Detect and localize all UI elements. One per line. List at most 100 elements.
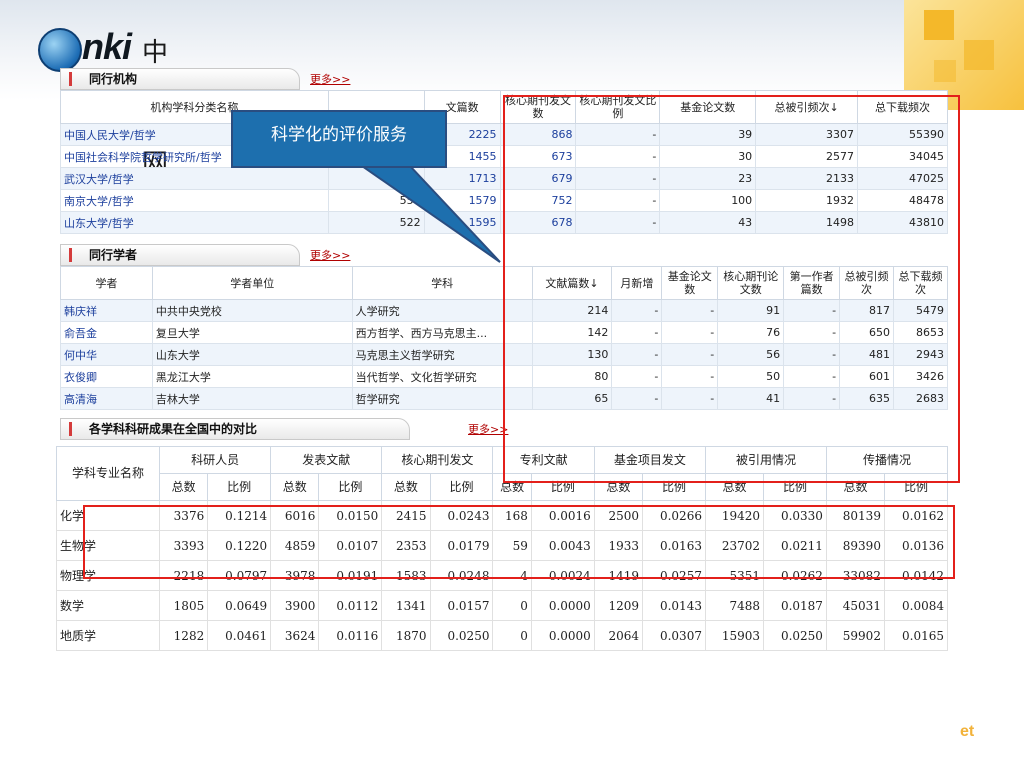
table-cell: 76 xyxy=(717,321,785,344)
table-cell: 3900 xyxy=(270,590,320,621)
column-header: 总下载频次 xyxy=(893,266,948,300)
table-cell: 43810 xyxy=(857,211,948,234)
table-cell[interactable]: 752 xyxy=(499,189,577,212)
table-cell: 1498 xyxy=(755,211,859,234)
table-row: 何中华 山东大学 马克思主义哲学研究 130- -56-481 2943 xyxy=(60,343,948,366)
discipline-compare-wrapper: 学科专业名称 科研人员 发表文献 核心期刊发文 专利文献 基金项目发文 被引用情况 传播情况总… xyxy=(56,446,949,651)
table-row: 化学 3376 0.1214 6016 0.0150 2415 0.0243 168 0.001… xyxy=(56,500,949,531)
table-cell: 33082 xyxy=(825,560,885,591)
table-row: 俞吾金 复旦大学 西方哲学、西方马克思主... 142- -76-650 8653 xyxy=(60,321,948,344)
discipline-name: 地质学 xyxy=(56,620,160,651)
column-group-header: 科研人员 xyxy=(158,446,272,474)
table-cell xyxy=(327,167,425,190)
institution-link[interactable]: 山东大学/哲学 xyxy=(60,211,329,234)
scholar-link[interactable]: 韩庆祥 xyxy=(60,299,153,322)
table-cell: 0.0143 xyxy=(642,590,706,621)
table-cell: 2500 xyxy=(593,500,644,531)
more-link[interactable]: 更多>> xyxy=(468,421,508,437)
more-link[interactable]: 更多>> xyxy=(310,71,350,87)
table-row: 中国人民大学/哲学 2225 868-39 3307 55390 xyxy=(60,123,948,146)
table-cell: 522 xyxy=(327,211,425,234)
sub-header: 总数 xyxy=(492,473,532,501)
scholar-link[interactable]: 衣俊卿 xyxy=(60,365,153,388)
table-cell[interactable]: 1595 xyxy=(423,211,501,234)
table-cell: 817 xyxy=(839,299,894,322)
table-cell: 0.0330 xyxy=(763,500,827,531)
table-cell: 23702 xyxy=(704,530,765,561)
table-cell: 0.0157 xyxy=(429,590,494,621)
table-cell[interactable]: 673 xyxy=(499,145,577,168)
table-row: 数学 1805 0.0649 3900 0.0112 1341 0.0157 0 0.0000 1… xyxy=(56,590,949,621)
discipline-name: 物理学 xyxy=(56,560,160,591)
table-cell: 哲学研究 xyxy=(351,387,533,410)
column-header: 总被引频次 xyxy=(839,266,894,300)
table-cell[interactable]: 678 xyxy=(499,211,577,234)
institution-link[interactable]: 武汉大学/哲学 xyxy=(60,167,329,190)
scholar-link[interactable]: 高清海 xyxy=(60,387,153,410)
report-content: 同行机构 更多>> 机构学科分类名称 文篇数 核心期刊发文数 核心期刊发文比例 基金论文… xyxy=(56,68,950,651)
institution-link[interactable]: 南京大学/哲学 xyxy=(60,189,329,212)
column-header: 核心期刊论文数 xyxy=(717,266,785,300)
table-cell[interactable]: 679 xyxy=(499,167,577,190)
table-cell: 142 xyxy=(531,321,613,344)
table-cell[interactable]: 868 xyxy=(499,123,577,146)
table-cell: 0.0179 xyxy=(429,530,494,561)
table-cell[interactable]: 1579 xyxy=(423,189,501,212)
table-cell: - xyxy=(575,167,661,190)
table-cell: 4859 xyxy=(270,530,320,561)
section-peer-institutions-header: 同行机构 更多>> xyxy=(60,68,950,90)
table-cell: - xyxy=(661,365,719,388)
table-cell: 0.0187 xyxy=(763,590,827,621)
table-cell: 15903 xyxy=(704,620,765,651)
table-cell: 1583 xyxy=(381,560,431,591)
table-cell: - xyxy=(661,387,719,410)
corner-text: et xyxy=(960,723,975,740)
table-cell: 100 xyxy=(659,189,757,212)
table-cell: 41 xyxy=(717,387,785,410)
table-cell: 3393 xyxy=(158,530,209,561)
table-cell: 23 xyxy=(659,167,757,190)
column-header: 核心期刊发文比例 xyxy=(575,90,661,124)
table-cell: 8653 xyxy=(893,321,948,344)
table-cell: 601 xyxy=(839,365,894,388)
scholar-link[interactable]: 何中华 xyxy=(60,343,153,366)
column-group-header: 发表文献 xyxy=(270,446,383,474)
table-cell: 214 xyxy=(531,299,613,322)
table-cell: 0.0211 xyxy=(763,530,827,561)
table-cell: 48478 xyxy=(857,189,948,212)
table-cell: 47025 xyxy=(857,167,948,190)
table-cell: - xyxy=(783,321,841,344)
scholar-link[interactable]: 俞吾金 xyxy=(60,321,153,344)
table-cell: 3624 xyxy=(270,620,320,651)
table-cell: - xyxy=(611,343,663,366)
table-cell: 2353 xyxy=(381,530,431,561)
table-cell: 0.0243 xyxy=(429,500,494,531)
table-cell: 0.0162 xyxy=(883,500,949,531)
table-cell: 481 xyxy=(839,343,894,366)
more-link[interactable]: 更多>> xyxy=(310,247,350,263)
table-cell: 0.0461 xyxy=(207,620,272,651)
table-cell: - xyxy=(611,387,663,410)
table-cell: - xyxy=(783,387,841,410)
table-cell: 2218 xyxy=(158,560,209,591)
table-cell: 山东大学 xyxy=(151,343,353,366)
column-header: 月新增 xyxy=(611,266,663,300)
table-cell: 0.1220 xyxy=(207,530,272,561)
sub-header: 总数 xyxy=(381,473,431,501)
table-row: 武汉大学/哲学 1713 679-23 2133 47025 xyxy=(60,167,948,190)
table-cell: 0.0136 xyxy=(883,530,949,561)
table-cell: 复旦大学 xyxy=(151,321,353,344)
table-cell: 0.0016 xyxy=(530,500,595,531)
table-cell: 59 xyxy=(492,530,532,561)
table-cell: 0.0250 xyxy=(429,620,494,651)
table-cell: 0.0165 xyxy=(883,620,949,651)
table-cell: 45031 xyxy=(825,590,885,621)
table-cell: 吉林大学 xyxy=(151,387,353,410)
table-cell[interactable]: 1713 xyxy=(423,167,501,190)
table-cell: 0.0107 xyxy=(318,530,383,561)
column-group-header: 专利文献 xyxy=(492,446,595,474)
table-cell: - xyxy=(575,189,661,212)
table-cell: 0.0649 xyxy=(207,590,272,621)
table-row: 衣俊卿 黑龙江大学 当代哲学、文化哲学研究 80- -50-601 3426 xyxy=(60,365,948,388)
table-cell: - xyxy=(783,343,841,366)
